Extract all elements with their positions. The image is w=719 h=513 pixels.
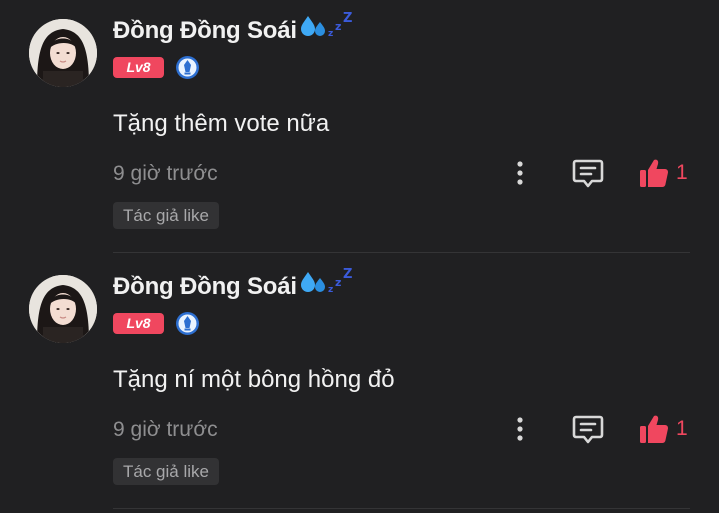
thumbs-up-icon: [638, 157, 670, 189]
svg-text:z: z: [335, 276, 341, 289]
sleeping-sweat-icon: zzZ: [298, 266, 356, 301]
medal-icon[interactable]: [175, 311, 200, 336]
reply-icon[interactable]: [571, 413, 605, 445]
username[interactable]: Đồng Đồng Soái z z Z: [113, 11, 356, 49]
comment-text: Tặng thêm vote nữa: [113, 110, 330, 137]
comment-item: Đồng Đồng Soái z z Z Lv8 Tặng thêm vote nữa…: [0, 0, 719, 256]
comment-list: Đồng Đồng Soái z z Z Lv8 Tặng thêm vote nữa…: [0, 0, 719, 513]
sleeping-sweat-icon: zzZ: [298, 10, 356, 45]
like-count: 1: [676, 417, 688, 440]
avatar[interactable]: [29, 275, 97, 343]
more-vertical-icon[interactable]: [508, 158, 532, 188]
username-text: Đồng Đồng Soái: [113, 16, 297, 44]
author-like-tag: Tác giả like: [113, 202, 219, 229]
more-vertical-icon[interactable]: [508, 414, 532, 444]
like-button[interactable]: 1: [638, 156, 688, 190]
comment-text: Tặng ní một bông hồng đỏ: [113, 366, 395, 393]
divider: [113, 252, 690, 253]
comment-item: Đồng Đồng Soái z z Z Lv8 Tặng ní một bông h…: [0, 256, 719, 512]
divider: [113, 508, 690, 509]
thumbs-up-icon: [638, 413, 670, 445]
avatar[interactable]: [29, 19, 97, 87]
username[interactable]: Đồng Đồng Soái z z Z: [113, 267, 356, 305]
timestamp: 9 giờ trước: [113, 418, 218, 441]
svg-text:z: z: [328, 285, 333, 294]
username-text: Đồng Đồng Soái: [113, 272, 297, 300]
svg-text:Z: Z: [343, 11, 352, 26]
svg-text:z: z: [335, 20, 341, 33]
like-button[interactable]: 1: [638, 412, 688, 446]
timestamp: 9 giờ trước: [113, 162, 218, 185]
reply-icon[interactable]: [571, 157, 605, 189]
svg-text:z: z: [328, 29, 333, 38]
level-badge: Lv8: [113, 57, 164, 78]
medal-icon[interactable]: [175, 55, 200, 80]
level-badge: Lv8: [113, 313, 164, 334]
like-count: 1: [676, 161, 688, 184]
author-like-tag: Tác giả like: [113, 458, 219, 485]
svg-text:Z: Z: [343, 267, 352, 282]
